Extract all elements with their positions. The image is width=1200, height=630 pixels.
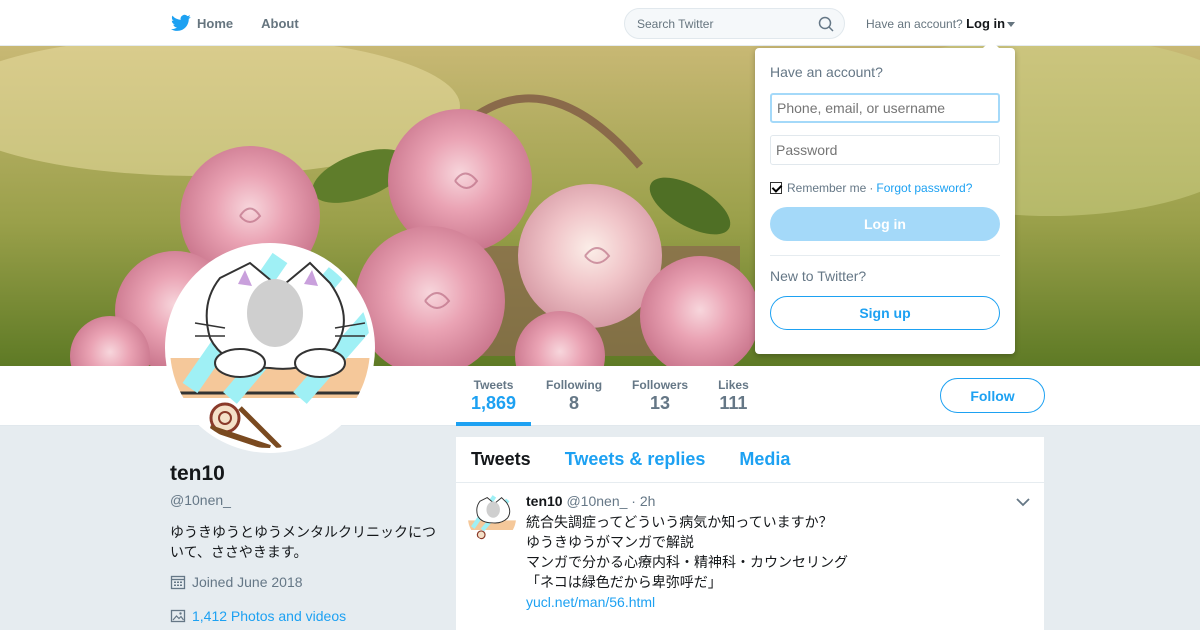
timeline-tabs: Tweets Tweets & replies Media xyxy=(456,437,1044,483)
tweet-timestamp[interactable]: · 2h xyxy=(631,493,655,509)
photos-videos-link[interactable]: 1,412 Photos and videos xyxy=(170,608,440,624)
stat-value: 1,869 xyxy=(471,393,517,413)
stat-label: Likes xyxy=(718,378,749,392)
signup-button[interactable]: Sign up xyxy=(770,296,1000,330)
profile-joined: Joined June 2018 xyxy=(170,574,440,590)
forgot-password-link[interactable]: Forgot password? xyxy=(876,181,972,195)
tab-tweets-replies[interactable]: Tweets & replies xyxy=(565,449,706,470)
tweet-author-handle[interactable]: @10nen_ xyxy=(566,493,627,509)
divider xyxy=(770,255,1000,256)
tweet-text: 統合失調症ってどういう病気か知っていますか？ ゆうきゆうがマンガで解説 マンガで… xyxy=(526,512,1029,612)
tweet-line: 「ネコは緑色だから卑弥呼だ」 xyxy=(526,574,722,590)
dropdown-title: Have an account? xyxy=(770,64,883,80)
stat-value: 8 xyxy=(569,393,580,413)
cat-avatar-image xyxy=(170,248,370,448)
tweet-avatar[interactable] xyxy=(468,494,516,542)
stat-label: Followers xyxy=(632,378,689,392)
remember-me-label[interactable]: Remember me xyxy=(787,181,866,195)
search-placeholder: Search Twitter xyxy=(637,17,714,31)
tweet-author-name[interactable]: ten10 xyxy=(526,493,563,509)
timeline: Tweets Tweets & replies Media ten10 @10n… xyxy=(456,437,1044,630)
profile-avatar[interactable] xyxy=(165,243,375,453)
photos-videos-text: 1,412 Photos and videos xyxy=(192,608,347,624)
tweet-header: ten10 @10nen_ · 2h xyxy=(526,493,1029,509)
nav-home-label: Home xyxy=(197,15,234,31)
nav-home[interactable]: Home xyxy=(170,13,233,33)
stat-value: 13 xyxy=(650,393,671,413)
tweet-item[interactable]: ten10 @10nen_ · 2h 統合失調症ってどういう病気か知っていますか… xyxy=(456,483,1044,612)
follow-button[interactable]: Follow xyxy=(940,378,1045,413)
stat-tweets[interactable]: Tweets 1,869 xyxy=(456,366,532,426)
separator-dot: · xyxy=(869,181,874,195)
profile-bio: ゆうきゆうとゆうメンタルクリニックについて、ささやきます。 xyxy=(170,524,436,560)
tweet-link[interactable]: yucl.net/man/56.html xyxy=(526,592,1029,612)
profile-name[interactable]: ten10 xyxy=(170,462,440,486)
calendar-icon xyxy=(170,575,186,590)
stat-label: Tweets xyxy=(473,378,514,392)
stat-label: Following xyxy=(546,378,603,392)
tab-tweets[interactable]: Tweets xyxy=(471,449,531,470)
top-navigation-bar: Home About Search Twitter Have an accoun… xyxy=(0,0,1200,46)
joined-text: Joined June 2018 xyxy=(192,574,303,590)
login-dropdown: Have an account? Remember me · Forgot pa… xyxy=(755,40,1015,354)
chevron-down-icon[interactable] xyxy=(1016,497,1030,507)
cat-avatar-image xyxy=(468,494,516,542)
login-button[interactable]: Log in xyxy=(770,207,1000,241)
new-to-twitter-text: New to Twitter? xyxy=(770,268,867,284)
tweet-line: マンガで分かる心療内科・精神科・カウンセリング xyxy=(526,554,848,570)
remember-row: Remember me · Forgot password? xyxy=(770,181,1000,195)
username-field[interactable] xyxy=(770,93,1000,123)
photo-icon xyxy=(170,609,186,623)
stat-followers[interactable]: Followers 13 xyxy=(617,366,703,426)
nav-about[interactable]: About xyxy=(261,16,299,31)
password-field[interactable] xyxy=(770,135,1000,165)
remember-me-checkbox[interactable] xyxy=(770,182,782,194)
account-login-menu[interactable]: Have an account? Log in xyxy=(866,16,1016,31)
search-icon[interactable] xyxy=(818,16,834,32)
stat-value: 111 xyxy=(719,393,748,413)
login-link[interactable]: Log in xyxy=(966,16,1005,31)
nav-about-label: About xyxy=(261,15,299,31)
caret-down-icon xyxy=(1007,22,1016,28)
twitter-bird-icon xyxy=(171,14,191,31)
account-prompt: Have an account? xyxy=(866,17,963,31)
profile-card: ten10 @10nen_ ゆうきゆうとゆうメンタルクリニックについて、ささやき… xyxy=(170,462,440,624)
search-input[interactable]: Search Twitter xyxy=(624,8,845,39)
tweet-line: 統合失調症ってどういう病気か知っていますか？ xyxy=(526,514,833,530)
stat-following[interactable]: Following 8 xyxy=(531,366,617,426)
nav-left: Home About xyxy=(170,0,327,46)
tab-media[interactable]: Media xyxy=(739,449,790,470)
tweet-line: ゆうきゆうがマンガで解説 xyxy=(526,534,694,550)
stat-likes[interactable]: Likes 111 xyxy=(703,366,764,426)
profile-handle[interactable]: @10nen_ xyxy=(170,492,440,508)
profile-stats: Tweets 1,869 Following 8 Followers 13 Li… xyxy=(456,366,764,426)
